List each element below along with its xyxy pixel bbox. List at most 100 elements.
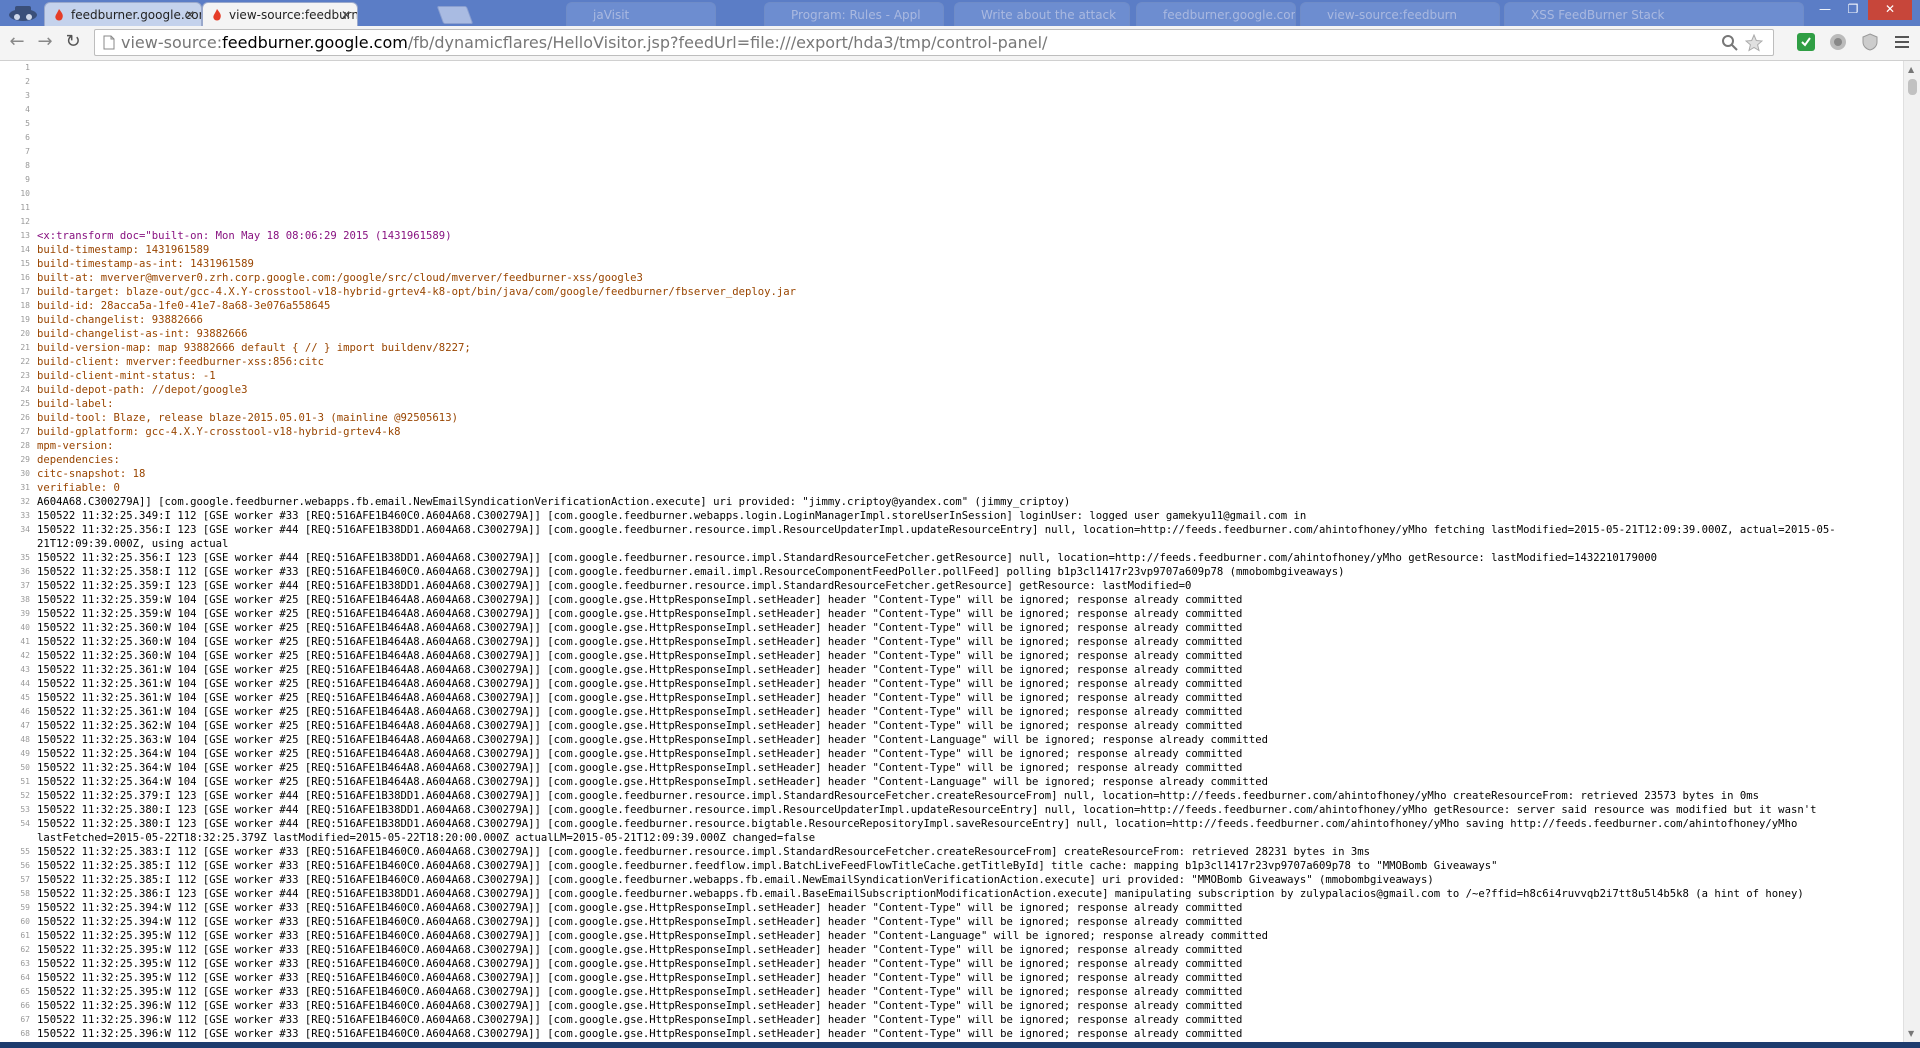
extension-icon[interactable]	[1796, 32, 1816, 52]
line-text: 150522 11:32:25.362:W 104 [GSE worker #2…	[37, 720, 1243, 732]
source-line: 3	[0, 89, 1900, 103]
line-text: build-label:	[37, 398, 114, 410]
line-text: 150522 11:32:25.349:I 112 [GSE worker #3…	[37, 510, 1307, 522]
line-text: 150522 11:32:25.360:W 104 [GSE worker #2…	[37, 650, 1243, 662]
source-line: 14 build-timestamp: 1431961589	[0, 243, 1900, 257]
source-line: 18 build-id: 28acca5a-1fe0-41e7-8a68-3e07…	[0, 299, 1900, 313]
tab-feedburner[interactable]: feedburner.google.com/fb ✕	[44, 2, 202, 26]
scroll-up-icon[interactable]: ▲	[1908, 65, 1914, 74]
source-line: 19 build-changelist: 93882666	[0, 313, 1900, 327]
line-number: 6	[25, 133, 30, 142]
extension-icon[interactable]	[1860, 32, 1880, 52]
tab-background[interactable]: Write about the attack	[954, 2, 1130, 26]
line-number: 44	[20, 679, 30, 688]
source-line: 46 150522 11:32:25.361:W 104 [GSE worker …	[0, 705, 1900, 719]
line-text: A604A68.C300279A]] [com.google.feedburne…	[37, 496, 1071, 508]
tab-view-source[interactable]: view-source:feedburner.go ✕	[202, 2, 358, 26]
line-text: 150522 11:32:25.361:W 104 [GSE worker #2…	[37, 692, 1243, 704]
line-number: 29	[20, 455, 30, 464]
new-tab-button[interactable]	[436, 6, 474, 24]
url-text[interactable]: view-source:feedburner.google.com/fb/dyn…	[121, 30, 1047, 55]
tab-background[interactable]: view-source:feedburn	[1300, 2, 1500, 26]
line-number: 55	[20, 847, 30, 856]
line-number: 58	[20, 889, 30, 898]
close-icon[interactable]: ✕	[185, 3, 195, 26]
source-line: 5	[0, 117, 1900, 131]
scroll-thumb[interactable]	[1908, 79, 1917, 95]
source-line: 10	[0, 187, 1900, 201]
search-icon[interactable]	[1721, 34, 1739, 52]
extension-icon[interactable]	[1828, 32, 1848, 52]
line-number: 16	[20, 273, 30, 282]
page-icon	[103, 35, 115, 50]
line-text: 150522 11:32:25.386:I 123 [GSE worker #4…	[37, 888, 1804, 900]
line-text: 150522 11:32:25.363:W 104 [GSE worker #2…	[37, 734, 1268, 746]
source-line: 13 <x:transform doc="built-on: Mon May 18…	[0, 229, 1900, 243]
line-number: 37	[20, 581, 30, 590]
source-line: 26 build-tool: Blaze, release blaze-2015.…	[0, 411, 1900, 425]
line-text: 150522 11:32:25.380:I 123 [GSE worker #4…	[37, 804, 1817, 816]
source-line: 8	[0, 159, 1900, 173]
close-window-icon[interactable]: ✕	[1868, 0, 1912, 20]
line-number: 7	[25, 147, 30, 156]
source-line: 24 build-depot-path: //depot/google3	[0, 383, 1900, 397]
forward-icon[interactable]: →	[34, 32, 56, 54]
vertical-scrollbar[interactable]: ▲ ▼	[1903, 61, 1920, 1042]
line-text: 150522 11:32:25.383:I 112 [GSE worker #3…	[37, 846, 1370, 858]
line-number: 33	[20, 511, 30, 520]
feedburner-favicon-icon	[213, 9, 221, 21]
line-text: 150522 11:32:25.395:W 112 [GSE worker #3…	[37, 930, 1268, 942]
tab-background[interactable]: feedburner.google.com	[1136, 2, 1296, 26]
line-number: 19	[20, 315, 30, 324]
address-bar[interactable]: view-source:feedburner.google.com/fb/dyn…	[94, 29, 1774, 56]
tab-background[interactable]: Program: Rules - Appl	[764, 2, 944, 26]
source-line: 22 build-client: mverver:feedburner-xss:8…	[0, 355, 1900, 369]
reload-icon[interactable]: ↻	[62, 32, 84, 54]
line-text: 150522 11:32:25.359:I 123 [GSE worker #4…	[37, 580, 1192, 592]
source-line: 48 150522 11:32:25.363:W 104 [GSE worker …	[0, 733, 1900, 747]
line-text: mpm-version:	[37, 440, 114, 452]
line-number: 13	[20, 231, 30, 240]
scroll-down-icon[interactable]: ▼	[1908, 1029, 1914, 1038]
line-text: 150522 11:32:25.385:I 112 [GSE worker #3…	[37, 860, 1498, 872]
tab-title: jaVisit	[593, 8, 630, 22]
line-number: 40	[20, 623, 30, 632]
line-text: build-changelist: 93882666	[37, 314, 203, 326]
tab-background[interactable]: jaVisit	[566, 2, 716, 26]
minimize-icon[interactable]: —	[1812, 0, 1838, 20]
line-number: 15	[20, 259, 30, 268]
back-icon[interactable]: ←	[6, 32, 28, 54]
toolbar: ← → ↻ view-source:feedburner.google.com/…	[0, 26, 1920, 61]
line-text: verifiable: 0	[37, 482, 120, 494]
tab-title: Write about the attack	[981, 8, 1117, 22]
line-text: 150522 11:32:25.396:W 112 [GSE worker #3…	[37, 1000, 1243, 1012]
line-number: 20	[20, 329, 30, 338]
line-text: 150522 11:32:25.364:W 104 [GSE worker #2…	[37, 762, 1243, 774]
source-line: 39 150522 11:32:25.359:W 104 [GSE worker …	[0, 607, 1900, 621]
source-line: 38 150522 11:32:25.359:W 104 [GSE worker …	[0, 593, 1900, 607]
line-text: build-id: 28acca5a-1fe0-41e7-8a68-3e076a…	[37, 300, 331, 312]
bookmark-star-icon[interactable]	[1745, 34, 1763, 52]
menu-icon[interactable]	[1892, 32, 1912, 52]
source-line: 21T12:09:39.000Z, using actual	[0, 537, 1900, 551]
line-number: 35	[20, 553, 30, 562]
line-number: 17	[20, 287, 30, 296]
source-line: 21 build-version-map: map 93882666 defaul…	[0, 341, 1900, 355]
maximize-icon[interactable]: ❐	[1840, 0, 1866, 20]
tab-title: feedburner.google.com	[1163, 8, 1296, 22]
line-text: citc-snapshot: 18	[37, 468, 146, 480]
source-line: 59 150522 11:32:25.394:W 112 [GSE worker …	[0, 901, 1900, 915]
close-icon[interactable]: ✕	[341, 3, 351, 26]
line-text: build-timestamp: 1431961589	[37, 244, 210, 256]
source-line: 67 150522 11:32:25.396:W 112 [GSE worker …	[0, 1013, 1900, 1027]
source-line: 33 150522 11:32:25.349:I 112 [GSE worker …	[0, 509, 1900, 523]
source-line: 4	[0, 103, 1900, 117]
line-text: build-depot-path: //depot/google3	[37, 384, 248, 396]
source-line: 30 citc-snapshot: 18	[0, 467, 1900, 481]
line-number: 53	[20, 805, 30, 814]
tab-background[interactable]: XSS FeedBurner Stack	[1504, 2, 1804, 26]
source-line: 53 150522 11:32:25.380:I 123 [GSE worker …	[0, 803, 1900, 817]
source-line: 55 150522 11:32:25.383:I 112 [GSE worker …	[0, 845, 1900, 859]
source-line: 15 build-timestamp-as-int: 1431961589	[0, 257, 1900, 271]
line-number: 63	[20, 959, 30, 968]
